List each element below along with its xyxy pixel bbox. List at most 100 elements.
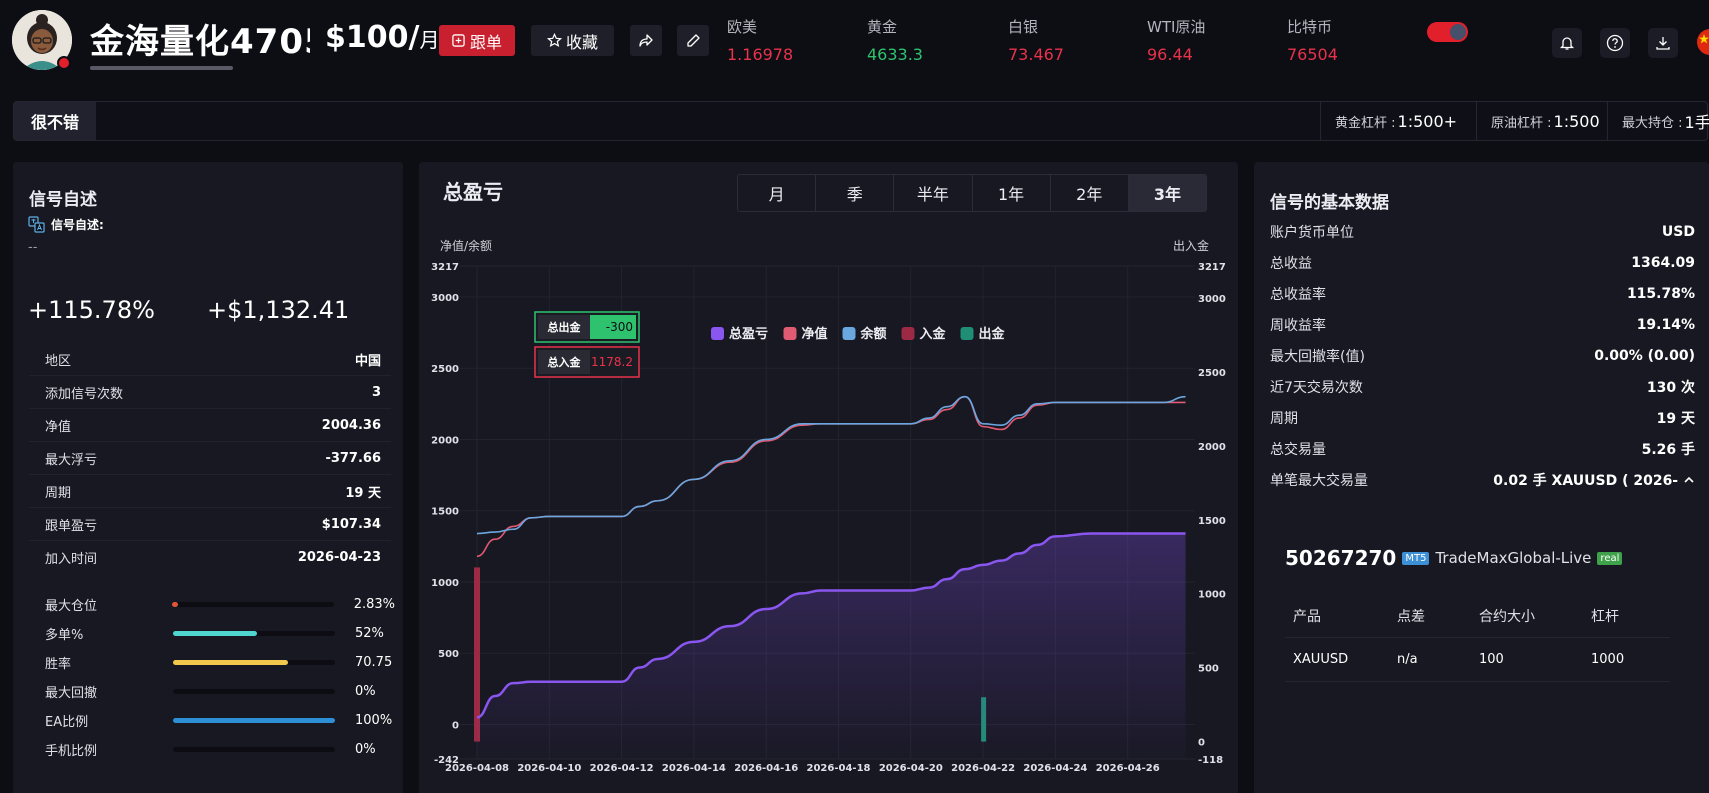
pnl-chart[interactable]: 3217300025002000150010005000-24232173000… bbox=[419, 162, 1238, 792]
gold-leverage-label: 黄金杠杆 : bbox=[1335, 115, 1396, 131]
ticker-wti[interactable]: WTI原油 96.44 bbox=[1147, 16, 1205, 64]
tooltip-value: 1178.2 bbox=[591, 355, 633, 369]
info-label: 净值 bbox=[45, 419, 72, 435]
table-cell: 1000 bbox=[1591, 652, 1625, 667]
share-button[interactable] bbox=[630, 25, 662, 56]
legend-swatch bbox=[901, 327, 915, 340]
balance-line bbox=[476, 395, 1186, 535]
info-row-copy-pnl: 跟单盈亏 $107.34 bbox=[29, 508, 391, 541]
gold-leverage: 黄金杠杆 :1:500+ bbox=[1320, 102, 1476, 140]
kv-period: 周期 19 天 bbox=[1270, 402, 1695, 433]
legend-label: 余额 bbox=[860, 326, 887, 342]
bar-value: 0% bbox=[355, 741, 376, 757]
basic-data-panel: 信号的基本数据 账户货币单位 USD 总收益 1364.09 总收益率 115.78%… bbox=[1254, 162, 1709, 793]
bar-fill bbox=[172, 601, 179, 607]
signal-description-label: 信号自述: bbox=[51, 218, 104, 232]
download-icon bbox=[1656, 37, 1670, 50]
basic-data-title: 信号的基本数据 bbox=[1270, 193, 1389, 213]
x-axis-tick: 2026-04-16 bbox=[734, 763, 798, 774]
legend-swatch bbox=[711, 327, 724, 340]
translate-icon[interactable] bbox=[28, 216, 45, 233]
legend-label: 总盈亏 bbox=[729, 326, 768, 342]
signal-panel: 信号自述 信号自述: -- +115.78% +$1,132.41 地区 中国 添… bbox=[13, 162, 403, 793]
x-axis-tick: 2026-04-18 bbox=[807, 763, 871, 774]
signal-description-row: 信号自述: bbox=[28, 216, 104, 233]
table-cell: 100 bbox=[1479, 652, 1504, 667]
y-axis-right-tick: 3217 bbox=[1198, 262, 1226, 273]
bar-fill bbox=[173, 630, 258, 636]
ticker-gold[interactable]: 黄金 4633.3 bbox=[867, 16, 923, 64]
bar-track bbox=[172, 601, 334, 607]
bar-label: 多单% bbox=[45, 627, 84, 643]
legend-swatch bbox=[960, 327, 974, 340]
info-row-period: 周期 19 天 bbox=[29, 475, 391, 508]
x-axis-tick: 2026-04-12 bbox=[590, 763, 654, 774]
ticker-bitcoin[interactable]: 比特币 76504 bbox=[1287, 16, 1338, 64]
info-row-join-date: 加入时间 2026-04-23 bbox=[29, 541, 391, 574]
bar-label: 最大回撤 bbox=[45, 685, 98, 701]
oil-leverage-label: 原油杠杆 : bbox=[1491, 115, 1552, 131]
info-value: 3 bbox=[371, 384, 381, 400]
header: 金海量化4705 $100/月 跟单 收藏 欧美 1.16978 黄金 4633.3… bbox=[0, 0, 1709, 90]
bar-label: EA比例 bbox=[45, 714, 89, 730]
download-button[interactable] bbox=[1648, 28, 1678, 58]
title-scrollbar[interactable] bbox=[90, 66, 233, 70]
theme-toggle[interactable] bbox=[1427, 22, 1468, 42]
ticker-name: WTI原油 bbox=[1147, 18, 1206, 36]
page-title: 金海量化4705 bbox=[90, 22, 310, 60]
chevron-up-icon[interactable] bbox=[1683, 475, 1695, 485]
x-axis-tick: 2026-04-08 bbox=[445, 763, 509, 774]
help-button[interactable] bbox=[1600, 28, 1630, 58]
favorite-button[interactable]: 收藏 bbox=[531, 25, 614, 56]
info-label: 添加信号次数 bbox=[45, 386, 124, 402]
y-axis-right-label: 出入金 bbox=[1173, 238, 1209, 253]
ticker-name: 欧美 bbox=[727, 18, 758, 36]
info-row-max-floating-loss: 最大浮亏 -377.66 bbox=[29, 442, 391, 475]
kv-max-single-volume[interactable]: 单笔最大交易量 0.02 手 XAUUSD ( 2026- bbox=[1270, 464, 1695, 495]
table-cell: n/a bbox=[1397, 652, 1418, 667]
kv-value-text: 0.02 手 XAUUSD ( 2026- bbox=[1493, 472, 1679, 489]
ticker-silver[interactable]: 白银 73.467 bbox=[1008, 16, 1064, 64]
y-axis-left-tick: 500 bbox=[438, 649, 459, 660]
signal-description-text: -- bbox=[28, 240, 38, 255]
price-unit: 月 bbox=[419, 28, 440, 52]
kv-value: 130 次 bbox=[1646, 379, 1695, 396]
info-label: 加入时间 bbox=[45, 552, 98, 567]
bar-track bbox=[173, 659, 335, 665]
tab-active[interactable]: 很不错 bbox=[14, 102, 96, 140]
kv-total-volume: 总交易量 5.26 手 bbox=[1270, 433, 1695, 464]
edit-button[interactable] bbox=[677, 25, 709, 56]
kv-label: 单笔最大交易量 bbox=[1270, 472, 1368, 489]
return-percent: +115.78% bbox=[28, 296, 155, 324]
plus-square-icon bbox=[452, 34, 465, 47]
kv-label: 总收益 bbox=[1270, 255, 1312, 272]
bar-label: 胜率 bbox=[45, 656, 72, 672]
kv-label: 最大回撤率(值) bbox=[1270, 348, 1365, 365]
info-value: $107.34 bbox=[321, 516, 381, 532]
bar-value: 2.83% bbox=[353, 596, 395, 612]
x-axis-tick: 2026-04-14 bbox=[662, 763, 726, 774]
kv-label: 周收益率 bbox=[1270, 317, 1326, 334]
ticker-value: 73.467 bbox=[1008, 45, 1064, 64]
account-info: 50267270 MT5 TradeMaxGlobal-Live real bbox=[1285, 546, 1623, 570]
legend-swatch bbox=[783, 327, 797, 340]
info-value: 中国 bbox=[354, 353, 381, 369]
kv-value: 115.78% bbox=[1626, 285, 1695, 302]
y-axis-right-tick: 2500 bbox=[1198, 368, 1226, 379]
total-pnl-area bbox=[477, 533, 1186, 759]
kv-total-return: 总收益率 115.78% bbox=[1270, 278, 1695, 309]
legend-label: 出金 bbox=[979, 326, 1006, 342]
bar-track bbox=[173, 746, 335, 752]
info-label: 周期 bbox=[45, 485, 72, 501]
ticker-eurusd[interactable]: 欧美 1.16978 bbox=[727, 16, 793, 64]
kv-label: 总收益率 bbox=[1270, 286, 1326, 303]
info-value: 19 天 bbox=[345, 485, 381, 501]
tooltip-value: -300 bbox=[606, 320, 633, 334]
ticker-value: 4633.3 bbox=[867, 45, 923, 64]
kv-weekly-return: 周收益率 19.14% bbox=[1270, 309, 1695, 340]
flag-icon[interactable] bbox=[1697, 29, 1709, 55]
ticker-value: 1.16978 bbox=[727, 45, 794, 64]
star-icon bbox=[546, 33, 562, 47]
follow-button[interactable]: 跟单 bbox=[439, 25, 515, 56]
notifications-button[interactable] bbox=[1552, 28, 1582, 58]
